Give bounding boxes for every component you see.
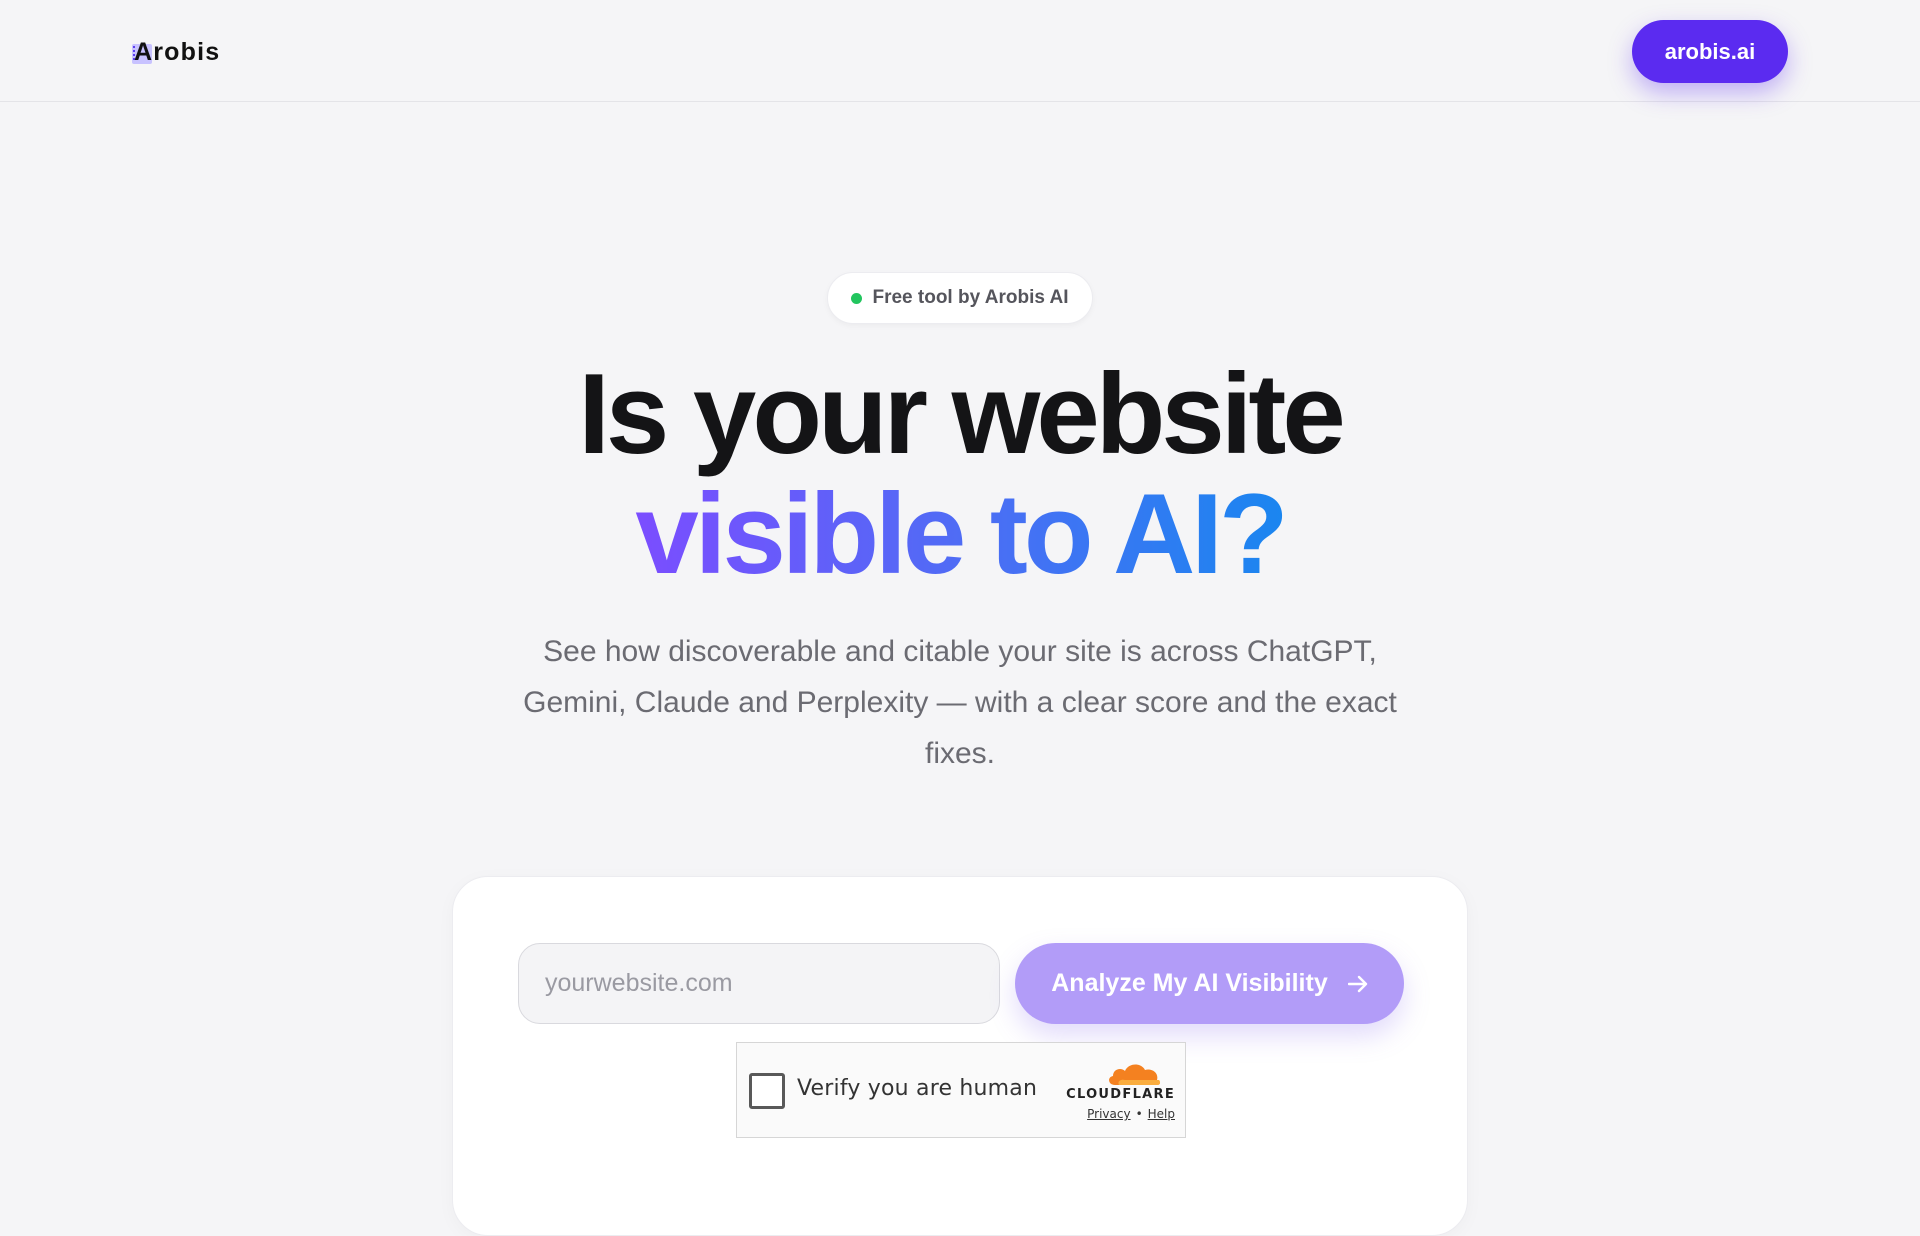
- captcha-label: Verify you are human: [797, 1076, 1038, 1101]
- logo-text: Arobis: [134, 37, 221, 66]
- analyze-button-label: Analyze My AI Visibility: [1051, 969, 1328, 997]
- captcha-widget: Verify you are human CLOUDFLARE Privacy •…: [736, 1042, 1186, 1138]
- hero-subtitle: See how discoverable and citable your si…: [523, 635, 1397, 770]
- arrow-right-icon: [1347, 975, 1368, 993]
- arobis-ai-button[interactable]: arobis.ai: [1632, 20, 1788, 83]
- logo[interactable]: Arobis: [132, 36, 220, 68]
- captcha-links: Privacy • Help: [1087, 1107, 1175, 1121]
- privacy-link[interactable]: Privacy: [1087, 1107, 1130, 1121]
- captcha-checkbox[interactable]: [749, 1073, 785, 1109]
- page-title: Is your website visible to AI?: [0, 355, 1920, 595]
- link-separator: •: [1135, 1107, 1143, 1121]
- headline-line-1: Is your website: [578, 351, 1346, 478]
- badge-text: Free tool by Arobis AI: [872, 287, 1069, 308]
- cloudflare-wordmark: CLOUDFLARE: [1066, 1087, 1175, 1102]
- analyze-card: Analyze My AI Visibility Verify you are …: [452, 876, 1468, 1236]
- analyze-button[interactable]: Analyze My AI Visibility: [1015, 943, 1404, 1024]
- headline-line-2: visible to AI?: [635, 471, 1288, 598]
- status-dot-icon: [851, 292, 863, 304]
- free-tool-badge: Free tool by Arobis AI: [827, 272, 1093, 324]
- help-link[interactable]: Help: [1148, 1107, 1175, 1121]
- website-url-input[interactable]: [518, 943, 1000, 1024]
- cloudflare-logo: CLOUDFLARE Privacy • Help: [1063, 1059, 1175, 1127]
- site-header: Arobis arobis.ai: [0, 0, 1920, 102]
